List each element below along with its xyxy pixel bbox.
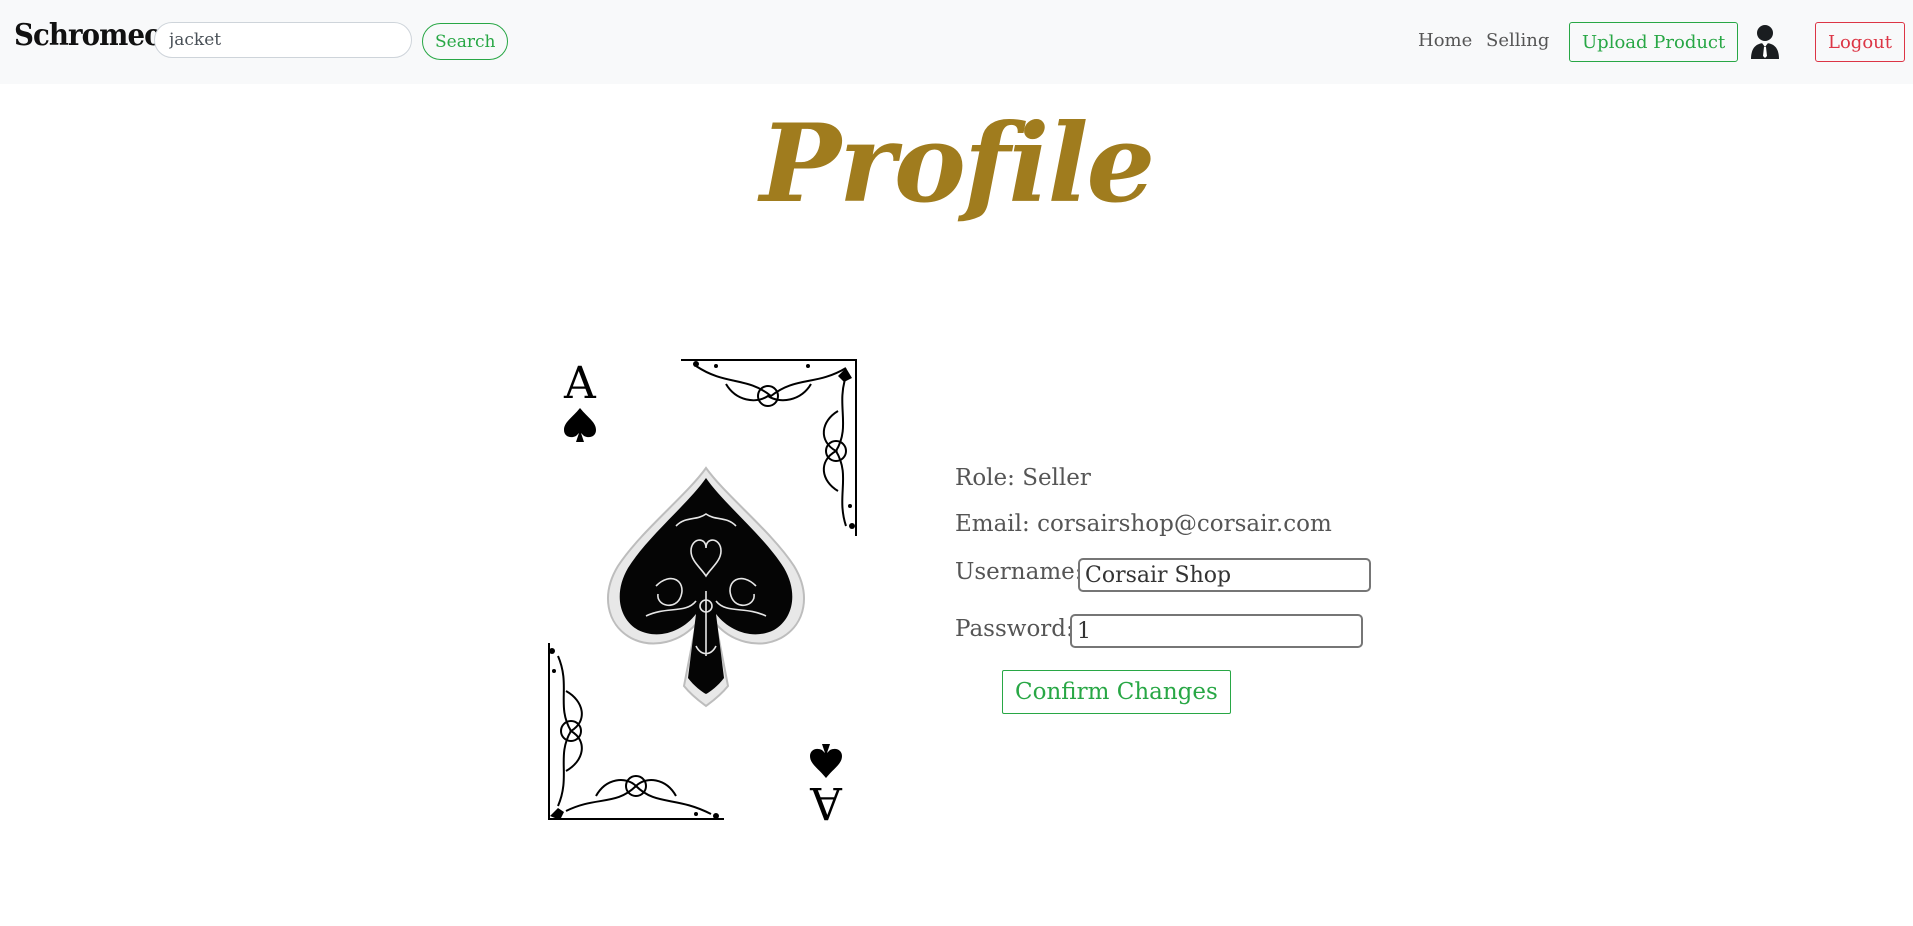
email-text: Email: corsairshop@corsair.com	[955, 511, 1332, 537]
user-icon[interactable]	[1749, 24, 1781, 60]
navbar: Schromeo Search Home Selling Upload Prod…	[0, 0, 1913, 84]
ace-of-spades-card: A A	[546, 356, 859, 828]
search-button[interactable]: Search	[422, 23, 509, 60]
confirm-changes-button[interactable]: Confirm Changes	[1002, 670, 1231, 714]
password-field[interactable]	[1070, 614, 1363, 648]
brand-logo[interactable]: Schromeo	[14, 18, 162, 53]
username-field[interactable]	[1078, 558, 1371, 592]
role-text: Role: Seller	[955, 465, 1091, 491]
logout-button[interactable]: Logout	[1815, 22, 1905, 62]
page-title: Profile	[759, 101, 1155, 227]
nav-link-selling[interactable]: Selling	[1486, 30, 1549, 51]
upload-product-button[interactable]: Upload Product	[1569, 22, 1739, 62]
username-label: Username:	[955, 559, 1083, 585]
svg-text:A: A	[809, 777, 843, 823]
search-input[interactable]	[154, 22, 412, 58]
password-label: Password:	[955, 616, 1074, 642]
nav-link-home[interactable]: Home	[1418, 30, 1472, 51]
svg-text:A: A	[563, 358, 597, 409]
